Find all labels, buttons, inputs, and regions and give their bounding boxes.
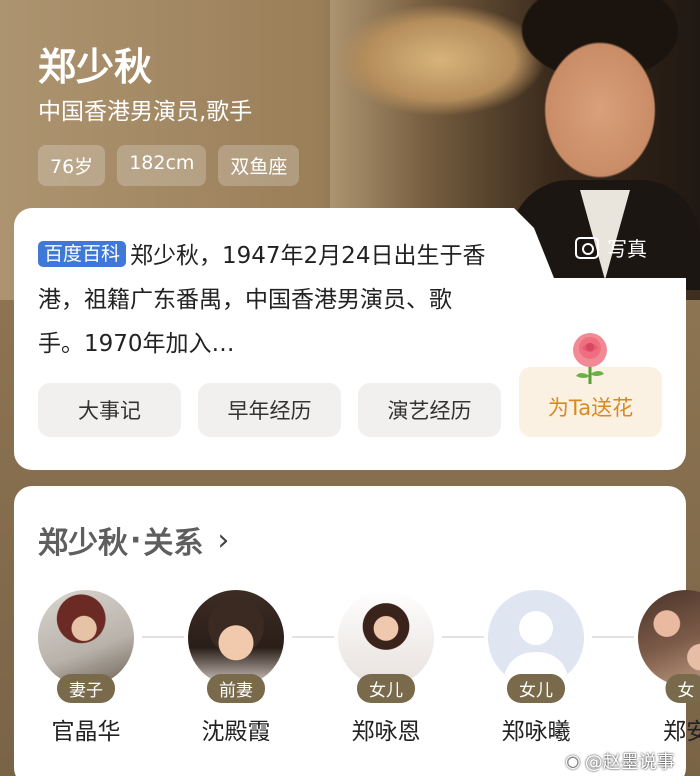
send-flower-label: 为Ta送花 [547, 396, 634, 420]
role-badge: 女 [665, 674, 700, 703]
photo-gallery-button[interactable]: 写真 [575, 233, 647, 262]
relations-title-suffix: 关系 [143, 526, 204, 561]
role-badge: 妻子 [57, 674, 115, 703]
relations-title-dot: · [130, 522, 142, 558]
person-silhouette-icon [502, 611, 570, 686]
avatar [338, 590, 434, 686]
profile-tags: 76岁 182cm 双鱼座 [38, 145, 300, 186]
relation-person[interactable]: 女 郑安 [638, 590, 700, 746]
connector-line [592, 636, 634, 638]
photo-button-label: 写真 [607, 237, 647, 261]
role-badge: 女儿 [507, 674, 565, 703]
relation-person[interactable]: 妻子 官晶华 [38, 590, 134, 746]
person-name: 官晶华 [51, 719, 121, 745]
person-name: 郑安 [663, 719, 700, 745]
avatar [638, 590, 700, 686]
rose-icon [573, 333, 607, 384]
connector-line [442, 636, 484, 638]
connector-line [292, 636, 334, 638]
chip-career[interactable]: 演艺经历 [358, 383, 501, 437]
watermark-text: @赵墨说事 [584, 752, 675, 773]
relations-title[interactable]: 郑少秋 · 关系 › [38, 518, 229, 562]
chevron-right-icon: › [217, 522, 230, 558]
relations-title-name: 郑少秋 [38, 526, 128, 561]
weibo-watermark: ◉ @赵墨说事 [565, 748, 675, 774]
person-subtitle: 中国香港男演员,歌手 [38, 99, 253, 125]
person-name: 郑少秋 [38, 45, 153, 89]
photo-icon [575, 236, 599, 259]
default-avatar [488, 590, 584, 686]
relation-person[interactable]: 女儿 郑咏曦 [488, 590, 584, 746]
role-badge: 女儿 [357, 674, 415, 703]
chip-early-life[interactable]: 早年经历 [198, 383, 341, 437]
avatar [188, 590, 284, 686]
section-chips: 大事记 早年经历 演艺经历 [38, 383, 501, 437]
intro-card-extension [520, 282, 686, 312]
avatar [38, 590, 134, 686]
person-name: 郑咏恩 [351, 719, 421, 745]
zodiac-tag: 双鱼座 [218, 145, 300, 186]
weibo-icon: ◉ [565, 750, 581, 772]
role-badge: 前妻 [207, 674, 265, 703]
relation-person[interactable]: 女儿 郑咏恩 [338, 590, 434, 746]
person-name: 沈殿霞 [201, 719, 271, 745]
age-tag: 76岁 [38, 145, 106, 186]
intro-summary[interactable]: 百度百科 郑少秋，1947年2月24日出生于香港，祖籍广东番禺，中国香港男演员、歌… [38, 234, 488, 366]
baike-badge: 百度百科 [38, 241, 127, 267]
relation-person[interactable]: 前妻 沈殿霞 [188, 590, 284, 746]
person-name: 郑咏曦 [501, 719, 571, 745]
chip-milestones[interactable]: 大事记 [38, 383, 181, 437]
height-tag: 182cm [117, 145, 207, 186]
relations-list: 妻子 官晶华 前妻 沈殿霞 女儿 郑咏恩 女儿 郑咏曦 女 郑安 [38, 590, 700, 750]
connector-line [142, 636, 184, 638]
